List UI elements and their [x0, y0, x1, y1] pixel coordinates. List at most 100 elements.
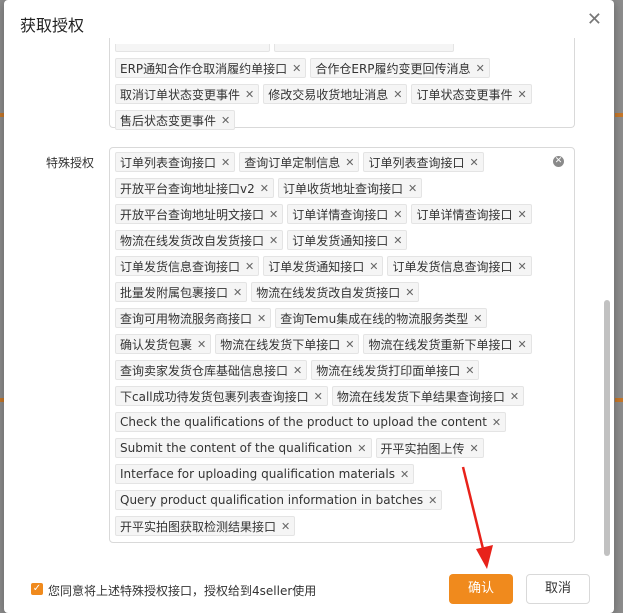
remove-tag-icon[interactable]: ✕	[393, 234, 402, 247]
remove-tag-icon[interactable]: ✕	[197, 338, 206, 351]
permission-tag: 开平实拍图获取检测结果接口 ✕	[115, 516, 296, 536]
permission-tag-label: 取消订单状态变更事件	[120, 87, 241, 102]
remove-tag-icon[interactable]: ✕	[357, 442, 366, 455]
permission-tag-label: 开放平台查询地址明文接口	[120, 207, 265, 222]
permission-tag-label: 订单收货地址查询接口	[282, 181, 403, 196]
permission-tag: 物流在线发货重新下单接口 ✕	[363, 334, 532, 354]
permission-tag: Submit the content of the qualification ✕	[115, 438, 372, 458]
remove-tag-icon[interactable]: ✕	[492, 416, 501, 429]
permission-tag-label: 查询Temu集成在线的物流服务类型	[280, 311, 469, 326]
dialog-scroll-area[interactable]: ERP通知合作仓取消履约单接口 ✕ 合作仓ERP履约变更回传消息 ✕ 取消订单状态变更事…	[4, 38, 614, 558]
remove-tag-icon[interactable]: ✕	[517, 208, 526, 221]
permission-tag: 合作仓ERP履约变更回传消息 ✕	[310, 58, 490, 78]
permission-tag: 订单收货地址查询接口 ✕	[277, 178, 423, 198]
scrollbar-thumb[interactable]	[604, 300, 610, 556]
permission-tag: 物流在线发货下单结果查询接口 ✕	[331, 386, 525, 406]
remove-tag-icon[interactable]: ✕	[314, 390, 323, 403]
permission-tag-label: 订单列表查询接口	[368, 155, 465, 170]
permission-tag-label: ERP通知合作仓取消履约单接口	[120, 61, 288, 76]
remove-tag-icon[interactable]: ✕	[369, 260, 378, 273]
remove-tag-icon[interactable]: ✕	[473, 312, 482, 325]
permission-tag: 订单详情查询接口 ✕	[411, 204, 532, 224]
remove-tag-icon[interactable]: ✕	[408, 182, 417, 195]
remove-tag-icon[interactable]: ✕	[345, 338, 354, 351]
remove-tag-icon[interactable]: ✕	[476, 62, 485, 75]
standard-permissions-box: ERP通知合作仓取消履约单接口 ✕ 合作仓ERP履约变更回传消息 ✕ 取消订单状态变更事…	[109, 38, 575, 130]
permission-tag-label: 订单发货通知接口	[268, 259, 365, 274]
agree-text: 您同意将上述特殊授权接口，授权给到4seller使用	[48, 584, 317, 598]
permission-tag: 开放平台查询地址接口v2 ✕	[115, 178, 274, 198]
cancel-button[interactable]: 取消	[526, 574, 590, 604]
remove-tag-icon[interactable]: ✕	[292, 62, 301, 75]
permission-tag-label: 开平实拍图上传	[380, 441, 465, 456]
remove-tag-icon[interactable]: ✕	[405, 286, 414, 299]
permission-tag-label: 订单详情查询接口	[292, 207, 389, 222]
standard-permissions-tag-list: ERP通知合作仓取消履约单接口 ✕ 合作仓ERP履约变更回传消息 ✕ 取消订单状态变更事…	[115, 38, 555, 136]
permission-tag: 开放平台查询地址明文接口 ✕	[115, 204, 284, 224]
permission-tag: 物流在线发货打印面单接口 ✕	[311, 360, 480, 380]
permission-tag-label: 订单发货信息查询接口	[120, 259, 241, 274]
permission-tag: 确认发货包裹 ✕	[115, 334, 212, 354]
permission-tag-label: 物流在线发货下单结果查询接口	[336, 389, 505, 404]
authorization-dialog: 获取授权 ✕ ERP通知合作仓取消履约单接口 ✕ 合作仓ERP履约变更回传消息 ✕ 取消…	[4, 0, 614, 613]
remove-tag-icon[interactable]: ✕	[221, 156, 230, 169]
permission-tag: 订单发货信息查询接口 ✕	[387, 256, 532, 276]
remove-tag-icon[interactable]: ✕	[293, 364, 302, 377]
remove-tag-icon[interactable]: ✕	[269, 234, 278, 247]
remove-tag-icon[interactable]: ✕	[510, 390, 519, 403]
permission-tag-label: 查询订单定制信息	[244, 155, 341, 170]
permission-tag: 查询卖家发货仓库基础信息接口 ✕	[115, 360, 308, 380]
remove-tag-icon[interactable]: ✕	[245, 88, 254, 101]
agree-checkbox[interactable]: ✓	[31, 583, 43, 595]
remove-tag-icon[interactable]: ✕	[393, 88, 402, 101]
special-permissions-box[interactable]: ✕ 订单列表查询接口 ✕ 查询订单定制信息 ✕ 订单列表查询接口 ✕ 开放平台查询地址接口v…	[109, 147, 575, 543]
permission-tag: 批量发附属包裹接口 ✕	[115, 282, 248, 302]
remove-tag-icon[interactable]: ✕	[517, 88, 526, 101]
dialog-footer: ✓ 您同意将上述特殊授权接口，授权给到4seller使用 确认 取消	[4, 560, 614, 613]
remove-tag-icon[interactable]: ✕	[469, 156, 478, 169]
remove-tag-icon[interactable]: ✕	[465, 364, 474, 377]
annotation-arrow-icon	[461, 466, 493, 569]
permission-tag-label: 合作仓ERP履约变更回传消息	[315, 61, 471, 76]
permission-tag-label: 下call成功待发货包裹列表查询接口	[120, 389, 309, 404]
permission-tag: 订单发货通知接口 ✕	[263, 256, 384, 276]
permission-tag: 查询订单定制信息 ✕	[239, 152, 360, 172]
permission-tag: 订单详情查询接口 ✕	[287, 204, 408, 224]
permission-tag-label: 物流在线发货下单接口	[220, 337, 341, 352]
background-accent-bar	[615, 398, 623, 402]
permission-tag-label: 查询可用物流服务商接口	[120, 311, 253, 326]
permission-tag-label: 订单发货通知接口	[292, 233, 389, 248]
permission-tag: 订单发货通知接口 ✕	[287, 230, 408, 250]
permission-tag: 物流在线发货改自发货接口 ✕	[115, 230, 284, 250]
remove-tag-icon[interactable]: ✕	[517, 338, 526, 351]
permission-tag: 订单列表查询接口 ✕	[115, 152, 236, 172]
remove-tag-icon[interactable]: ✕	[221, 114, 230, 127]
permission-tag-label: 批量发附属包裹接口	[120, 285, 229, 300]
remove-tag-icon[interactable]: ✕	[245, 260, 254, 273]
remove-tag-icon[interactable]: ✕	[257, 312, 266, 325]
permission-tag: Query product qualification information …	[115, 490, 443, 510]
permission-tag-label: 开平实拍图获取检测结果接口	[120, 519, 277, 534]
remove-tag-icon[interactable]: ✕	[233, 286, 242, 299]
permission-tag: 物流在线发货改自发货接口 ✕	[251, 282, 420, 302]
permission-tag: Check the qualifications of the product …	[115, 412, 507, 432]
remove-tag-icon[interactable]: ✕	[269, 208, 278, 221]
permission-tag	[115, 44, 270, 52]
close-icon[interactable]: ✕	[587, 10, 602, 30]
remove-tag-icon[interactable]: ✕	[393, 208, 402, 221]
background-accent-bar	[615, 113, 623, 117]
remove-tag-icon[interactable]: ✕	[260, 182, 269, 195]
remove-tag-icon[interactable]: ✕	[428, 494, 437, 507]
permission-tag: ERP通知合作仓取消履约单接口 ✕	[115, 58, 307, 78]
remove-tag-icon[interactable]: ✕	[400, 468, 409, 481]
permission-tag: 查询Temu集成在线的物流服务类型 ✕	[275, 308, 488, 328]
remove-tag-icon[interactable]: ✕	[281, 520, 290, 533]
remove-tag-icon[interactable]: ✕	[345, 156, 354, 169]
permission-tag-label: 确认发货包裹	[120, 337, 193, 352]
permission-tag-label: 订单列表查询接口	[120, 155, 217, 170]
remove-tag-icon[interactable]: ✕	[517, 260, 526, 273]
confirm-button[interactable]: 确认	[449, 574, 513, 604]
permission-tag-label: Interface for uploading qualification ma…	[120, 467, 395, 481]
remove-tag-icon[interactable]: ✕	[470, 442, 479, 455]
permission-tag: 修改交易收货地址消息 ✕	[263, 84, 408, 104]
